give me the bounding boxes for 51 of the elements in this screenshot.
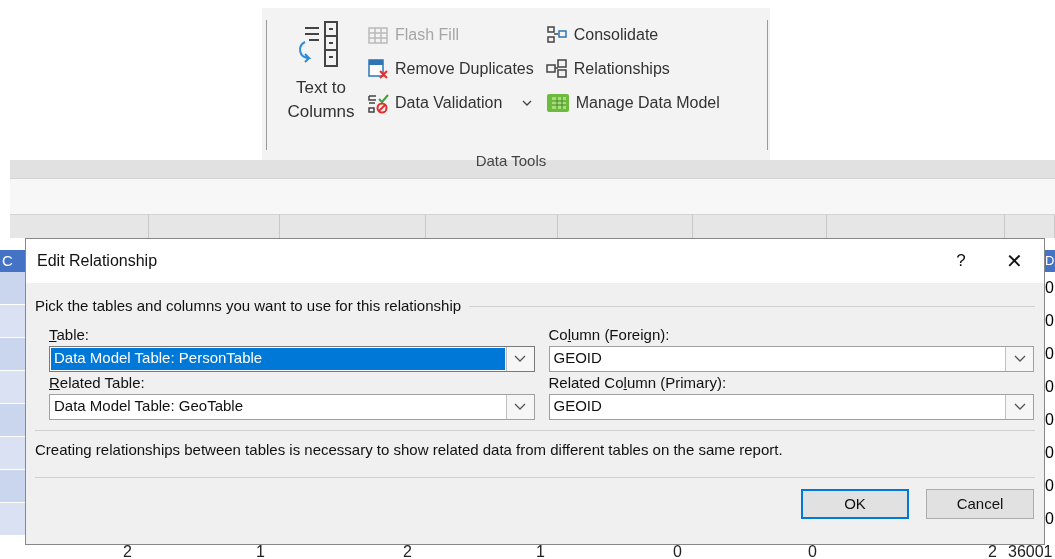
table-cell-text: 2: [122, 545, 133, 559]
table-cell: 0: [1045, 338, 1055, 370]
caret-icon: [522, 100, 533, 106]
field-label: Related Table:: [49, 372, 146, 393]
dialog-button[interactable]: Cancel: [926, 489, 1034, 519]
ribbon-command[interactable]: Remove Duplicates: [367, 52, 534, 86]
instruction-text: Pick the tables and columns you want to use for this relationship: [35, 296, 462, 316]
table-cell: 0: [1045, 503, 1055, 535]
table-cell: 0: [1045, 437, 1055, 469]
dropdown-field[interactable]: GEOID: [548, 393, 1034, 420]
ribbon-command[interactable]: Manage Data Model: [545, 86, 720, 120]
validation-icon: [367, 92, 389, 114]
table-cell-text: 0: [672, 545, 683, 559]
chevron-down-icon: [1013, 355, 1026, 362]
table-cell: 0: [1045, 305, 1055, 337]
table-cell-text: 36001: [1007, 545, 1054, 559]
dialog-title: Edit Relationship: [37, 251, 158, 271]
dropdown-field[interactable]: Data Model Table: GeoTable: [49, 393, 535, 420]
chevron-down-icon: [514, 403, 526, 410]
table-cell-text: 2: [402, 545, 413, 559]
ribbon-command[interactable]: Consolidate: [545, 18, 720, 52]
table-cell: 0: [1045, 404, 1055, 436]
grid-icon: [367, 25, 389, 45]
relationships-icon: [545, 59, 568, 79]
text-to-columns-button[interactable]: Text to Columns: [281, 20, 361, 150]
chevron-down-icon: [514, 355, 526, 362]
field-label: Related Column (Primary):: [548, 372, 728, 393]
chevron-down-icon: [1013, 403, 1026, 410]
table-cell: 0: [1045, 371, 1055, 403]
field-label: Column (Foreign):: [548, 324, 671, 345]
table-cell-text: 0: [807, 545, 818, 559]
consolidate-icon: [545, 25, 568, 45]
close-button[interactable]: ✕: [984, 241, 1044, 281]
ribbon-command[interactable]: Data Validation: [367, 86, 534, 120]
table-remove-icon: [367, 58, 389, 80]
dropdown-field[interactable]: GEOID: [548, 345, 1034, 372]
dropdown-field[interactable]: Data Model Table: PersonTable: [49, 345, 535, 372]
table-cell: 0: [1045, 272, 1055, 304]
help-button[interactable]: ?: [938, 241, 984, 281]
table-cell-text: 1: [255, 545, 266, 559]
ribbon-command[interactable]: Relationships: [545, 52, 720, 86]
table-cell-text: 1: [535, 545, 546, 559]
field-label: Table:: [49, 324, 91, 345]
table-cell: 0: [1045, 470, 1055, 502]
column-header: D: [1045, 253, 1055, 269]
table-cell-text: 2: [987, 545, 998, 559]
data-model-icon: [545, 92, 570, 114]
note-text: Creating relationships between tables is necessary to show related data from different tables on the same report.: [34, 439, 784, 460]
column-header: C: [1, 250, 13, 271]
dialog-button[interactable]: OK: [801, 489, 909, 519]
group-label: Data Tools: [474, 151, 548, 171]
